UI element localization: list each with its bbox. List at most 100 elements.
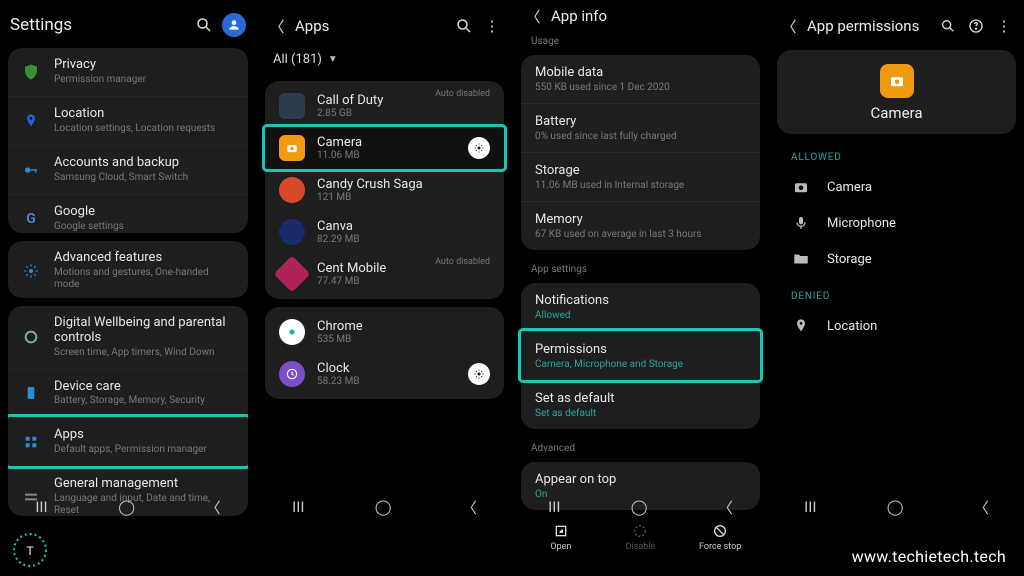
settings-title: Settings — [10, 15, 186, 35]
apps-group-2: Chrome535 MB Clock58.23 MB — [265, 307, 504, 399]
app-candy-crush[interactable]: Candy Crush Saga121 MB — [265, 169, 504, 211]
back-icon[interactable]: 〈 — [267, 16, 287, 36]
gear-icon — [20, 260, 42, 282]
nav-recent[interactable]: III — [548, 498, 560, 516]
settings-group-1: PrivacyPermission manager LocationLocati… — [8, 48, 248, 233]
app-canva[interactable]: Canva82.29 MB — [265, 211, 504, 253]
apps-icon — [20, 431, 42, 453]
nav-recent[interactable]: III — [35, 498, 47, 516]
folder-icon — [791, 249, 811, 269]
info-memory[interactable]: Memory67 KB used on average in last 3 ho… — [521, 201, 760, 250]
app-info-header: 〈 App info — [519, 6, 762, 26]
back-icon[interactable]: 〈 — [779, 16, 799, 36]
app-camera[interactable]: Camera11.06 MB — [265, 127, 504, 169]
usage-section-title: Usage — [519, 26, 762, 51]
wellbeing-icon — [20, 326, 42, 348]
google-icon: G — [20, 208, 42, 230]
app-info-title: App info — [551, 7, 758, 25]
nav-bar: III ◯ 〈 — [0, 494, 256, 520]
info-storage[interactable]: Storage11.06 MB used in Internal storage — [521, 152, 760, 201]
nav-recent[interactable]: III — [804, 498, 816, 516]
app-call-of-duty[interactable]: Auto disabled Call of Duty2.85 GB — [265, 85, 504, 127]
key-icon — [20, 159, 42, 181]
app-clock[interactable]: Clock58.23 MB — [265, 353, 504, 395]
advanced-title: Advanced — [519, 433, 762, 458]
settings-advanced[interactable]: Advanced featuresMotions and gestures, O… — [8, 241, 248, 298]
force-stop-button[interactable]: Force stop — [685, 522, 755, 552]
perm-camera[interactable]: Camera — [775, 169, 1018, 205]
nav-bar: III ◯ 〈 — [257, 494, 512, 520]
permissions-header: 〈 App permissions ⋮ — [775, 6, 1018, 46]
disable-button: Disable — [605, 522, 675, 552]
auto-disabled-label: Auto disabled — [435, 89, 490, 99]
settings-panel: Settings PrivacyPermission manager Locat… — [0, 0, 256, 520]
shield-icon — [20, 61, 42, 83]
profile-avatar[interactable] — [222, 13, 246, 37]
nav-recent[interactable]: III — [292, 498, 304, 516]
nav-back[interactable]: 〈 — [718, 497, 733, 518]
settings-accounts[interactable]: Accounts and backupSamsung Cloud, Smart … — [8, 145, 248, 194]
open-icon — [552, 522, 570, 540]
search-icon[interactable] — [194, 15, 214, 35]
back-icon[interactable]: 〈 — [523, 6, 543, 26]
app-icon — [279, 93, 305, 119]
app-settings-title: App settings — [519, 254, 762, 279]
settings-privacy[interactable]: PrivacyPermission manager — [8, 48, 248, 96]
perm-storage[interactable]: Storage — [775, 241, 1018, 277]
allowed-caption: ALLOWED — [775, 138, 1018, 169]
device-icon — [20, 382, 42, 404]
app-info-panel: 〈 App info Usage Mobile data550 KB used … — [512, 0, 768, 520]
camera-app-icon — [880, 64, 914, 98]
app-icon — [279, 219, 305, 245]
app-settings-gear[interactable] — [468, 137, 490, 159]
app-icon — [279, 177, 305, 203]
search-icon[interactable] — [454, 16, 474, 36]
apps-title: Apps — [295, 17, 446, 35]
info-mobile-data[interactable]: Mobile data550 KB used since 1 Dec 2020 — [521, 55, 760, 103]
nav-bar: III ◯ 〈 — [513, 494, 768, 520]
apps-filter[interactable]: All (181)▼ — [263, 46, 506, 77]
permissions-panel: 〈 App permissions ⋮ Camera ALLOWED Camer… — [768, 0, 1024, 520]
perm-microphone[interactable]: Microphone — [775, 205, 1018, 241]
settings-google[interactable]: G GoogleGoogle settings — [8, 194, 248, 233]
settings-wellbeing[interactable]: Digital Wellbeing and parental controlsS… — [8, 306, 248, 369]
info-notifications[interactable]: NotificationsAllowed — [521, 283, 760, 331]
apps-panel: 〈 Apps ⋮ All (181)▼ Auto disabled Call o… — [256, 0, 512, 520]
settings-group-2: Advanced featuresMotions and gestures, O… — [8, 241, 248, 298]
info-battery[interactable]: Battery0% used since last fully charged — [521, 103, 760, 152]
camera-icon — [279, 135, 305, 161]
settings-device-care[interactable]: Device careBattery, Storage, Memory, Sec… — [8, 369, 248, 418]
svg-text:T: T — [26, 544, 34, 558]
pin-icon — [20, 110, 42, 132]
app-chrome[interactable]: Chrome535 MB — [265, 311, 504, 353]
disable-icon — [631, 522, 649, 540]
info-set-default[interactable]: Set as defaultSet as default — [521, 380, 760, 429]
nav-back[interactable]: 〈 — [974, 497, 989, 518]
settings-group-3: Digital Wellbeing and parental controlsS… — [8, 306, 248, 516]
mic-icon — [791, 213, 811, 233]
permissions-title: App permissions — [807, 17, 930, 35]
perm-location[interactable]: Location — [775, 308, 1018, 344]
info-permissions[interactable]: PermissionsCamera, Microphone and Storag… — [521, 331, 760, 380]
nav-back[interactable]: 〈 — [206, 497, 221, 518]
clock-icon — [279, 361, 305, 387]
nav-home[interactable]: ◯ — [118, 498, 135, 516]
auto-disabled-label: Auto disabled — [435, 257, 490, 267]
apps-header: 〈 Apps ⋮ — [263, 6, 506, 46]
more-icon[interactable]: ⋮ — [994, 16, 1014, 36]
settings-apps[interactable]: AppsDefault apps, Permission manager — [8, 417, 248, 466]
search-icon[interactable] — [938, 16, 958, 36]
app-settings-gear[interactable] — [468, 363, 490, 385]
nav-home[interactable]: ◯ — [375, 498, 392, 516]
usage-card: Mobile data550 KB used since 1 Dec 2020 … — [521, 55, 760, 250]
nav-home[interactable]: ◯ — [631, 498, 648, 516]
apps-group-1: Auto disabled Call of Duty2.85 GB Camera… — [265, 81, 504, 299]
help-icon[interactable] — [966, 16, 986, 36]
nav-back[interactable]: 〈 — [462, 497, 477, 518]
settings-location[interactable]: LocationLocation settings, Location requ… — [8, 96, 248, 145]
nav-home[interactable]: ◯ — [887, 498, 904, 516]
open-button[interactable]: Open — [526, 522, 596, 552]
app-cent-mobile[interactable]: Auto disabled Cent Mobile77.47 MB — [265, 253, 504, 295]
nav-bar: III ◯ 〈 — [769, 494, 1024, 520]
more-icon[interactable]: ⋮ — [482, 16, 502, 36]
